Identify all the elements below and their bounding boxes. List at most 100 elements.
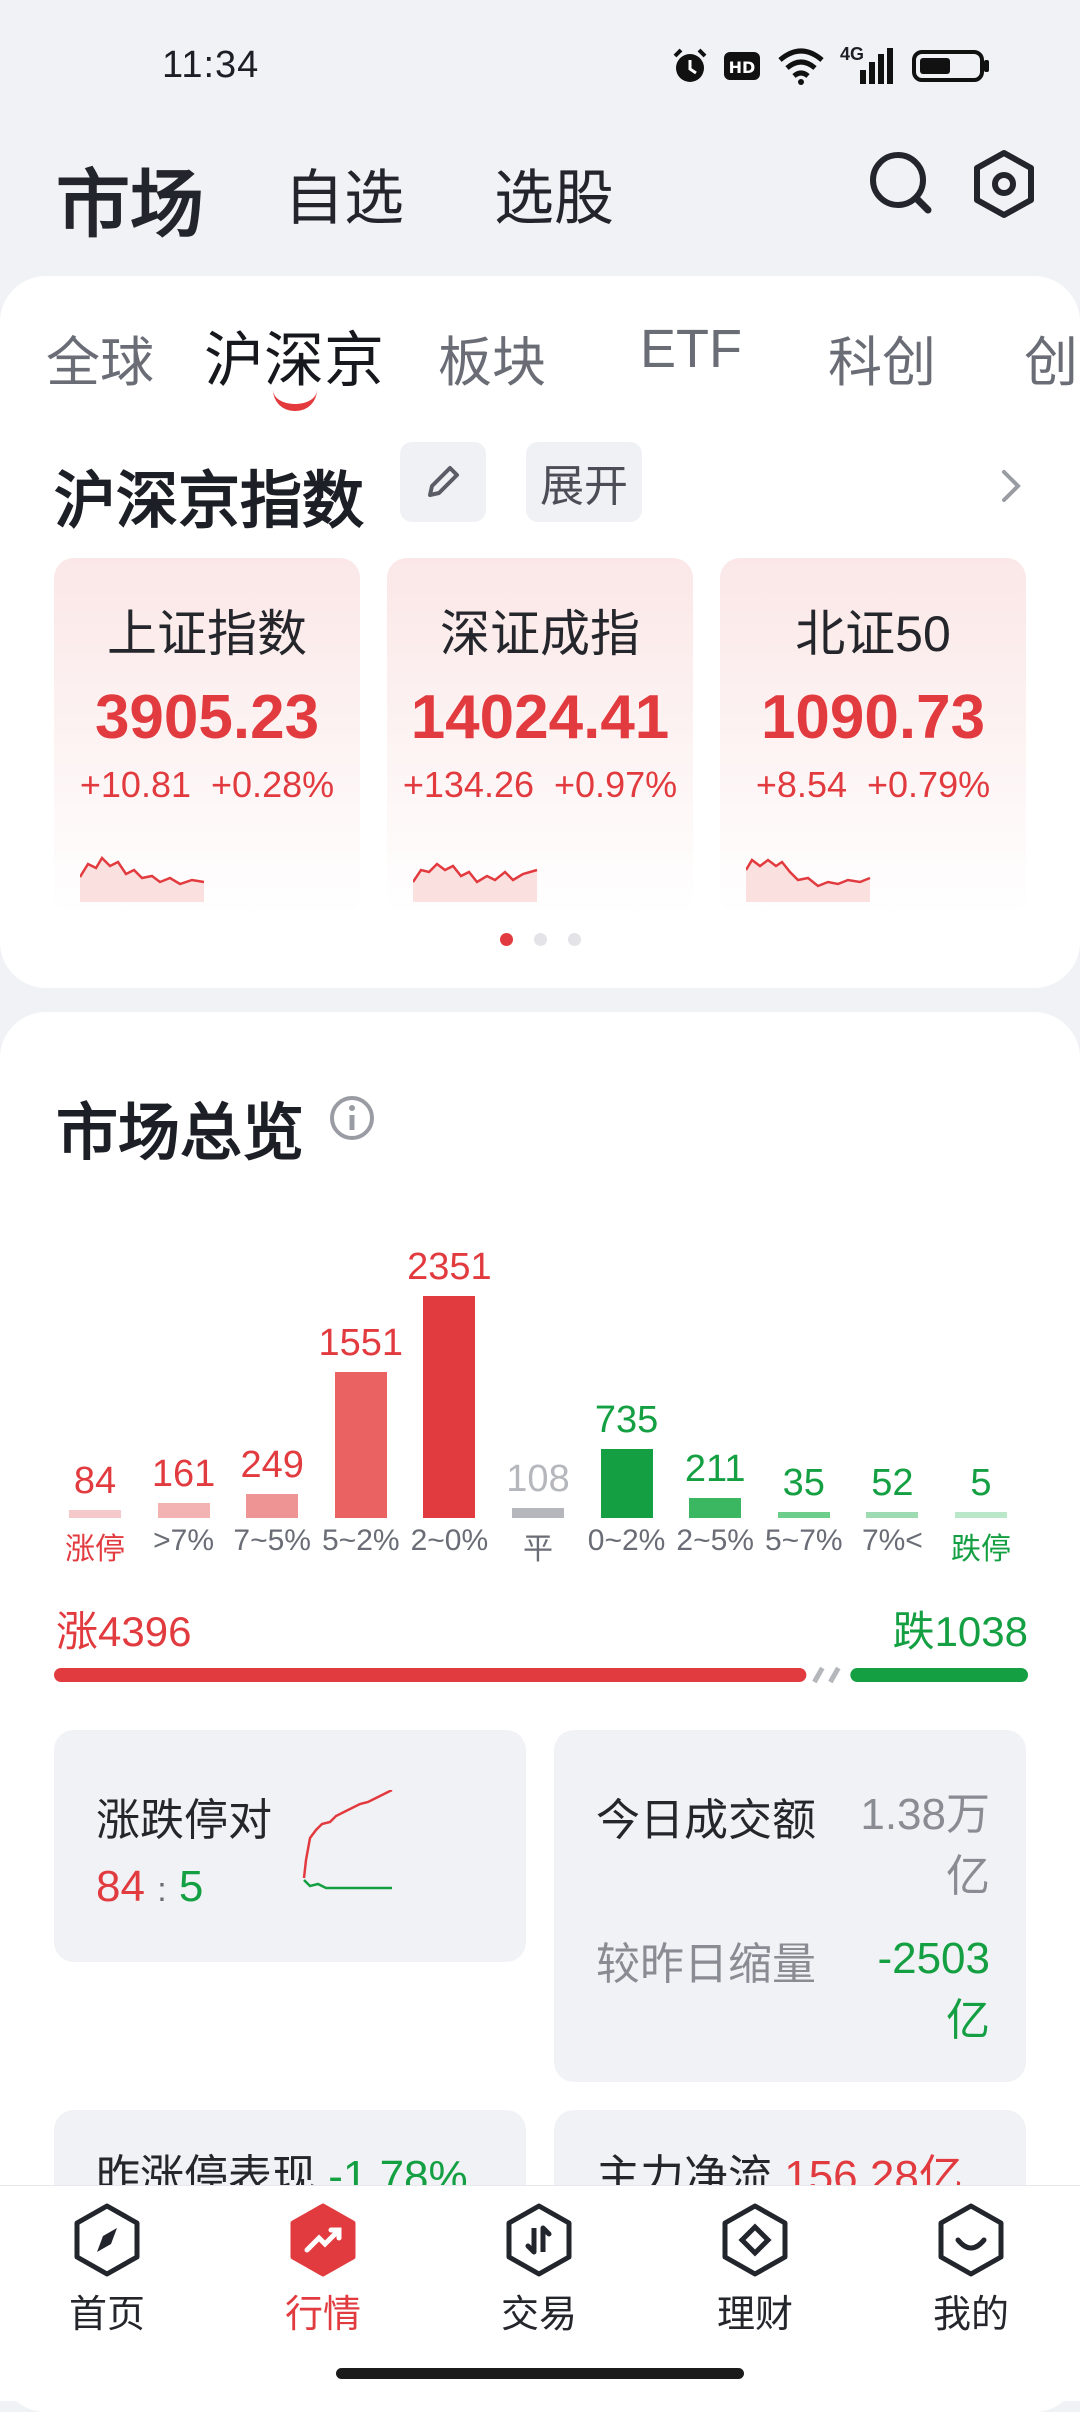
index-name: 北证50 — [795, 606, 951, 662]
index-card-shenzhen[interactable]: 深证成指 14024.41 +134.26 +0.97% — [387, 558, 693, 916]
turnover-label: 今日成交额 — [596, 1796, 816, 1845]
exchange-icon — [506, 2203, 572, 2277]
nav-trade[interactable] — [464, 2200, 614, 2285]
distribution-label: 2~5% — [676, 1524, 754, 1557]
distribution-count: 735 — [594, 1398, 659, 1441]
distribution-count: 161 — [151, 1452, 216, 1495]
index-card-shanghai[interactable]: 上证指数 3905.23 +10.81 +0.28% — [54, 558, 360, 916]
edit-button[interactable] — [400, 442, 486, 522]
index-percent: +0.97% — [554, 764, 678, 805]
subtab-global[interactable]: 全球 — [46, 318, 154, 397]
distribution-bar — [600, 1448, 653, 1518]
status-time: 11:34 — [162, 44, 260, 86]
search-icon[interactable] — [866, 148, 936, 218]
page-dot — [568, 933, 581, 946]
tab-market[interactable]: 市场 — [56, 145, 204, 252]
subtab-chinext[interactable]: 创 — [1024, 318, 1078, 397]
index-value: 14024.41 — [410, 683, 670, 752]
nav-mine[interactable] — [896, 2200, 1046, 2285]
subtab-star-market[interactable]: 科创 — [828, 318, 936, 397]
nav-market[interactable] — [248, 2200, 398, 2285]
trend-up-icon — [290, 2203, 356, 2277]
distribution-count: 1551 — [318, 1321, 404, 1364]
turnover-compare-value: -2503亿 — [877, 1934, 990, 2045]
tab-stock-picker[interactable]: 选股 — [494, 150, 614, 237]
expand-button[interactable]: 展开 — [526, 442, 642, 522]
limit-up-count: 84 — [96, 1862, 145, 1911]
distribution-bar — [955, 1512, 1007, 1518]
fall-portion — [850, 1668, 1028, 1682]
distribution-count: 35 — [782, 1462, 825, 1504]
distribution-label: 涨停 — [65, 1533, 125, 1566]
hd-icon: HD — [724, 52, 760, 80]
distribution-count: 52 — [871, 1462, 914, 1504]
distribution-label: 跌停 — [951, 1533, 1011, 1566]
distribution-count: 84 — [73, 1460, 117, 1503]
index-change: +8.54 — [755, 764, 847, 805]
settings-icon[interactable] — [968, 148, 1040, 220]
index-percent: +0.28% — [211, 764, 335, 805]
flat-stripe — [812, 1666, 825, 1684]
sparkline-chart — [80, 855, 205, 902]
limit-pair-card[interactable]: 涨跌停对 84 : 5 — [54, 1730, 526, 1962]
index-change: +10.81 — [79, 764, 191, 805]
subtab-sector[interactable]: 板块 — [438, 318, 546, 397]
index-section-title: 沪深京指数 — [54, 467, 365, 536]
distribution-count: 211 — [684, 1448, 746, 1491]
index-value: 1090.73 — [760, 683, 986, 752]
distribution-count: 5 — [970, 1462, 992, 1504]
distribution-bar — [246, 1494, 299, 1518]
nav-market-label: 行情 — [284, 2294, 361, 2336]
index-value: 3905.23 — [94, 683, 320, 752]
distribution-label: 5~2% — [322, 1524, 400, 1557]
distribution-bar — [157, 1502, 210, 1518]
distribution-label: 5~7% — [765, 1524, 843, 1557]
svg-text:HD: HD — [729, 58, 756, 77]
page-dot — [500, 933, 513, 946]
chevron-right-icon[interactable] — [996, 466, 1026, 506]
distribution-bar — [423, 1296, 476, 1518]
flat-stripe — [828, 1666, 841, 1684]
sparkline-chart — [746, 858, 871, 902]
turnover-compare-label: 较昨日缩量 — [596, 1940, 816, 1989]
nav-wealth[interactable] — [680, 2200, 830, 2285]
rise-total: 涨4396 — [56, 1608, 192, 1655]
signal-icon — [860, 48, 893, 84]
nav-home[interactable] — [32, 2200, 182, 2285]
distribution-label: 7~5% — [233, 1524, 311, 1557]
distribution-count: 108 — [506, 1457, 570, 1500]
smile-icon — [938, 2203, 1004, 2277]
index-percent: +0.79% — [867, 764, 991, 805]
limit-down-count: 5 — [178, 1862, 204, 1911]
distribution-bar — [689, 1498, 742, 1518]
fall-total: 跌1038 — [892, 1608, 1028, 1655]
limit-trend-chart — [302, 1790, 393, 1890]
nav-trade-label: 交易 — [500, 2294, 577, 2336]
distribution-label: 0~2% — [587, 1524, 666, 1557]
index-card-beijing50[interactable]: 北证50 1090.73 +8.54 +0.79% — [720, 558, 1026, 916]
distribution-label: >7% — [153, 1524, 215, 1557]
turnover-value: 1.38万亿 — [860, 1790, 990, 1901]
battery-icon — [912, 50, 989, 82]
index-name: 深证成指 — [440, 606, 640, 662]
distribution-bar — [334, 1371, 387, 1518]
distribution-label: 2~0% — [410, 1524, 489, 1557]
pencil-icon — [428, 466, 459, 497]
sparkline-chart — [413, 862, 538, 902]
turnover-card[interactable]: 今日成交额 1.38万亿 较昨日缩量 -2503亿 — [554, 1730, 1026, 2082]
tab-watchlist[interactable]: 自选 — [284, 150, 404, 237]
compass-icon — [74, 2203, 140, 2277]
subtab-etf[interactable]: ETF — [640, 318, 742, 380]
wifi-icon — [778, 48, 824, 85]
alarm-icon — [673, 48, 707, 82]
wealth-icon — [722, 2203, 788, 2277]
flat-portion — [812, 1666, 841, 1684]
distribution-bar — [512, 1507, 564, 1518]
distribution-count: 249 — [240, 1444, 304, 1487]
info-icon[interactable] — [328, 1094, 376, 1142]
nav-wealth-label: 理财 — [716, 2294, 793, 2336]
index-name: 上证指数 — [107, 606, 307, 662]
subtab-hushenjing[interactable]: 沪深京 — [204, 312, 384, 399]
distribution-bar — [69, 1510, 121, 1518]
home-indicator[interactable] — [336, 2368, 744, 2379]
